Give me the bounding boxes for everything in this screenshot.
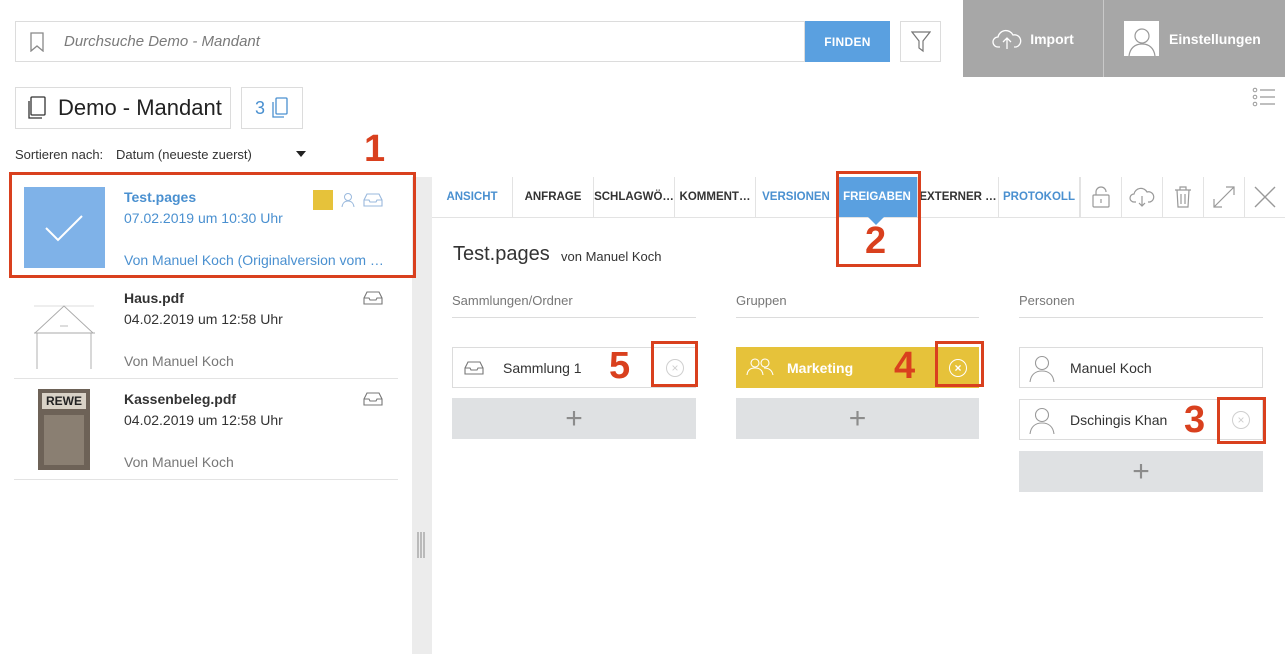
document-date: 04.02.2019 um 12:58 Uhr <box>124 412 283 428</box>
tab-protokoll[interactable]: PROTOKOLL <box>999 177 1080 217</box>
person-label: Dschingis Khan <box>1070 411 1168 428</box>
document-item[interactable]: REWE Kassenbeleg.pdf 04.02.2019 um 12:58… <box>14 379 398 480</box>
tab-anfrage[interactable]: ANFRAGE <box>513 177 594 217</box>
annotation-box-1 <box>9 172 416 278</box>
documents-icon <box>272 97 288 118</box>
groups-heading: Gruppen <box>736 293 979 318</box>
sort-label: Sortieren nach: <box>15 147 104 162</box>
annotation-number-2: 2 <box>865 220 887 262</box>
chevron-down-icon[interactable] <box>296 151 306 157</box>
mandant-selector[interactable]: Demo - Mandant <box>15 87 231 129</box>
annotation-number-3: 3 <box>1184 399 1206 441</box>
expand-icon[interactable] <box>1203 177 1244 217</box>
document-thumbnail: REWE <box>38 389 90 470</box>
user-icon <box>1029 355 1055 382</box>
filter-button[interactable] <box>900 21 941 62</box>
receipt-logo: REWE <box>42 393 86 409</box>
document-author: Von Manuel Koch <box>124 454 234 470</box>
bookmark-icon[interactable] <box>30 32 44 52</box>
document-thumbnail <box>24 288 105 369</box>
document-count: 3 <box>254 97 265 118</box>
avatar <box>1124 21 1159 56</box>
settings-button[interactable]: Einstellungen <box>1104 0 1285 77</box>
tab-ansicht[interactable]: ANSICHT <box>432 177 513 217</box>
mandant-name: Demo - Mandant <box>58 95 222 120</box>
add-person-button[interactable]: + <box>1019 451 1263 492</box>
trash-icon[interactable] <box>1162 177 1203 217</box>
cloud-upload-icon <box>992 29 1022 49</box>
cloud-download-icon[interactable] <box>1121 177 1162 217</box>
tab-kommentare[interactable]: KOMMENT… <box>675 177 756 217</box>
document-title: Kassenbeleg.pdf <box>124 391 237 407</box>
filter-icon <box>910 30 931 52</box>
annotation-box-5 <box>651 341 698 387</box>
document-title: Haus.pdf <box>124 290 184 306</box>
tab-schlagwoerter[interactable]: SCHLAGWÖ… <box>594 177 675 217</box>
person-chip: Manuel Koch <box>1019 347 1263 388</box>
detail-title: Test.pages <box>453 243 550 265</box>
group-icon <box>746 358 774 376</box>
annotation-box-4 <box>935 341 984 387</box>
search-input[interactable] <box>64 22 784 61</box>
detail-author: von Manuel Koch <box>561 249 662 264</box>
document-item[interactable]: Haus.pdf 04.02.2019 um 12:58 Uhr Von Man… <box>14 278 398 379</box>
settings-label: Einstellungen <box>1169 30 1261 47</box>
document-count-button[interactable]: 3 <box>241 87 303 129</box>
splitter-grip-icon[interactable] <box>417 532 425 558</box>
user-icon <box>1029 407 1055 434</box>
tab-externer[interactable]: EXTERNER … <box>918 177 999 217</box>
document-date: 04.02.2019 um 12:58 Uhr <box>124 311 283 327</box>
documents-icon <box>28 96 46 119</box>
annotation-number-5: 5 <box>609 345 631 387</box>
inbox-icon <box>464 361 484 375</box>
inbox-icon <box>363 291 383 305</box>
user-icon <box>1127 28 1156 56</box>
find-button[interactable]: FINDEN <box>805 21 890 62</box>
annotation-number-4: 4 <box>894 345 916 387</box>
collection-label: Sammlung 1 <box>503 359 582 376</box>
document-author: Von Manuel Koch <box>124 353 234 369</box>
annotation-box-3 <box>1217 397 1266 444</box>
import-button[interactable]: Import <box>963 0 1103 77</box>
list-view-icon[interactable] <box>1252 86 1276 108</box>
close-icon[interactable] <box>1244 177 1285 217</box>
person-label: Manuel Koch <box>1070 359 1152 376</box>
import-label: Import <box>1030 30 1074 47</box>
annotation-number-1: 1 <box>364 128 386 170</box>
tab-versionen[interactable]: VERSIONEN <box>756 177 837 217</box>
add-collection-button[interactable]: + <box>452 398 696 439</box>
add-group-button[interactable]: + <box>736 398 979 439</box>
persons-heading: Personen <box>1019 293 1263 318</box>
search-bar <box>15 21 805 62</box>
sort-select[interactable]: Datum (neueste zuerst) <box>116 147 252 162</box>
collections-heading: Sammlungen/Ordner <box>452 293 696 318</box>
unlock-icon[interactable] <box>1080 177 1121 217</box>
inbox-icon <box>363 392 383 406</box>
group-label: Marketing <box>787 359 854 376</box>
